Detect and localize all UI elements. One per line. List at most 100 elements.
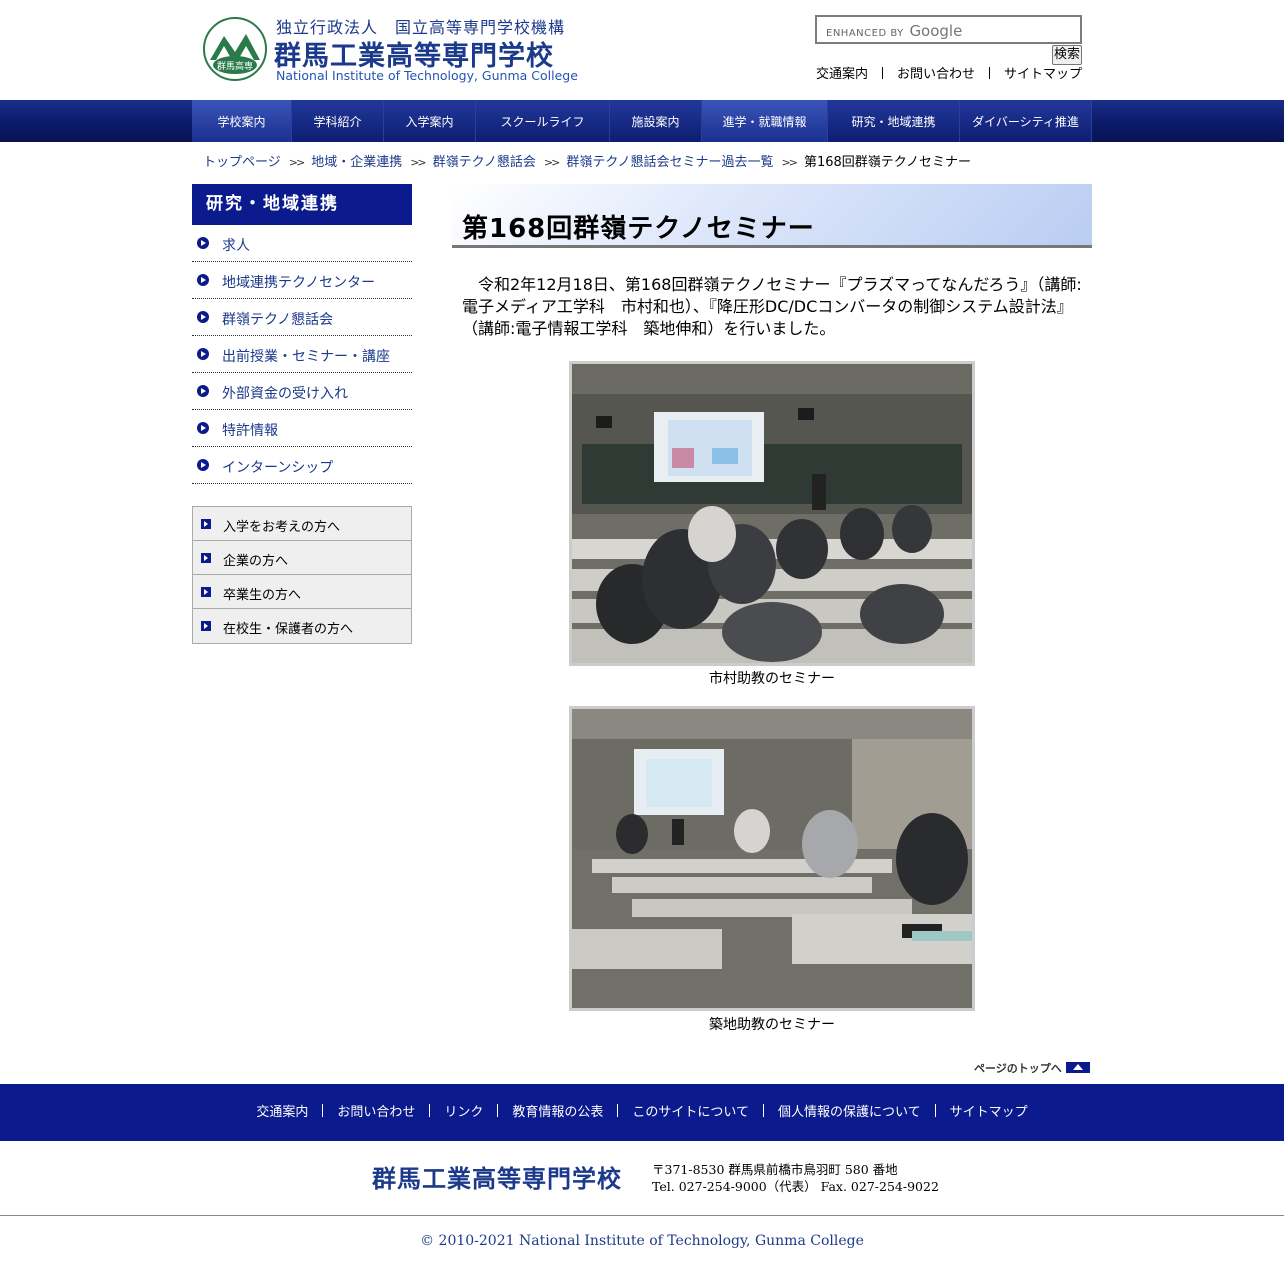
- square-arrow-icon: [201, 519, 211, 529]
- audience-menu: 入学をお考えの方へ 企業の方へ卒業生の方へ在校生・保護者の方へ: [192, 506, 412, 644]
- divider: [988, 67, 990, 79]
- arrow-bullet-icon: [197, 422, 209, 434]
- audience-item-label: 入学をお考えの方へ: [223, 520, 341, 535]
- sidebar-item-2[interactable]: 群嶺テクノ懇話会: [192, 299, 412, 336]
- breadcrumb-separator-icon: >>: [543, 156, 561, 169]
- search-button[interactable]: 検索: [1052, 45, 1082, 65]
- page-top-label: ページのトップへ: [974, 1062, 1062, 1075]
- seminar-photo-1-image: [572, 364, 972, 663]
- sidebar-item-label: 群嶺テクノ懇話会: [222, 312, 334, 328]
- footer-link-2[interactable]: リンク: [444, 1105, 483, 1120]
- school-emblem-icon: 群馬高専: [203, 17, 267, 81]
- footer-address: 〒371-8530 群馬県前橋市鳥羽町 580 番地 Tel. 027-254-…: [652, 1161, 939, 1195]
- arrow-bullet-icon: [197, 274, 209, 286]
- photo-caption-1: 市村助教のセミナー: [709, 671, 835, 687]
- gnav-item-6[interactable]: 研究・地域連携: [828, 100, 960, 142]
- gnav-item-3[interactable]: スクールライフ: [476, 100, 610, 142]
- audience-item-label: 卒業生の方へ: [223, 588, 302, 603]
- sidebar-item-label: インターンシップ: [222, 460, 334, 476]
- site-logo[interactable]: 群馬高専 独立行政法人 国立高等専門学校機構 群馬工業高等専門学校 Nation…: [202, 12, 578, 88]
- gnav-item-1[interactable]: 学科紹介: [292, 100, 384, 142]
- photo-caption-2: 築地助教のセミナー: [709, 1017, 835, 1033]
- divider: [322, 1104, 324, 1117]
- sidebar-item-0[interactable]: 求人: [192, 225, 412, 262]
- sidebar-item-label: 出前授業・セミナー・講座: [222, 349, 390, 365]
- sidebar-item-label: 外部資金の受け入れ: [222, 386, 348, 402]
- logo-english-name: National Institute of Technology, Gunma …: [276, 68, 578, 83]
- sidebar-items: 求人地域連携テクノセンター 群嶺テクノ懇話会出前授業・セミナー・講座 外部資金の受け…: [192, 225, 412, 484]
- divider: [429, 1104, 431, 1117]
- divider: [617, 1104, 619, 1117]
- page-title: 第168回群嶺テクノセミナー: [462, 214, 815, 244]
- audience-item-label: 在校生・保護者の方へ: [223, 622, 354, 637]
- arrow-bullet-icon: [197, 459, 209, 471]
- divider: [763, 1104, 765, 1117]
- header-link-access[interactable]: 交通案内: [816, 67, 868, 82]
- sidebar-item-4[interactable]: 外部資金の受け入れ: [192, 373, 412, 410]
- sidebar-item-1[interactable]: 地域連携テクノセンター: [192, 262, 412, 299]
- google-logo: Google: [909, 22, 963, 40]
- audience-item-1[interactable]: 企業の方へ: [193, 541, 411, 575]
- footer-link-5[interactable]: 個人情報の保護について: [778, 1105, 921, 1120]
- intro-text: 令和2年12月18日、第168回群嶺テクノセミナー『プラズマってなんだろう』（講…: [462, 274, 1082, 340]
- breadcrumb-current: 第168回群嶺テクノセミナー: [803, 155, 972, 170]
- sidebar-item-label: 求人: [222, 238, 250, 254]
- square-arrow-icon: [201, 553, 211, 563]
- audience-item-0[interactable]: 入学をお考えの方へ: [193, 507, 411, 541]
- footer-link-4[interactable]: このサイトについて: [632, 1105, 749, 1120]
- divider: [497, 1104, 499, 1117]
- breadcrumb-top[interactable]: トップページ: [203, 155, 281, 170]
- audience-item-3[interactable]: 在校生・保護者の方へ: [193, 609, 411, 643]
- arrow-bullet-icon: [197, 385, 209, 397]
- breadcrumb-konwakai[interactable]: 群嶺テクノ懇話会: [433, 155, 536, 170]
- breadcrumb-seminar-list[interactable]: 群嶺テクノ懇話会セミナー過去一覧: [566, 155, 773, 170]
- audience-item-2[interactable]: 卒業生の方へ: [193, 575, 411, 609]
- gnav-item-2[interactable]: 入学案内: [384, 100, 476, 142]
- footer-info: 群馬工業高等専門学校 〒371-8530 群馬県前橋市鳥羽町 580 番地 Te…: [0, 1141, 1284, 1216]
- global-nav: 学校案内 学科紹介 入学案内 スクールライフ 施設案内 進学・就職情報 研究・地域連携 ダイバ…: [0, 100, 1284, 142]
- sidebar-item-5[interactable]: 特許情報: [192, 410, 412, 447]
- emblem-text: 群馬高専: [217, 60, 253, 72]
- sidebar-item-6[interactable]: インターンシップ: [192, 447, 412, 484]
- breadcrumb: トップページ >> 地域・企業連携 >> 群嶺テクノ懇話会 >> 群嶺テクノ懇話会セミナー過…: [203, 151, 971, 170]
- footer-phone: Tel. 027-254-9000（代表） Fax. 027-254-9022: [652, 1179, 939, 1194]
- gnav-item-7[interactable]: ダイバーシティ推進: [960, 100, 1092, 142]
- page-top-link[interactable]: ページのトップへ: [974, 1060, 1090, 1076]
- footer-link-0[interactable]: 交通案内: [256, 1105, 308, 1120]
- divider: [881, 67, 883, 79]
- footer-postal-address: 〒371-8530 群馬県前橋市鳥羽町 580 番地: [652, 1162, 898, 1177]
- seminar-photo-1: [569, 361, 975, 666]
- arrow-up-icon: [1065, 1062, 1090, 1073]
- breadcrumb-industry[interactable]: 地域・企業連携: [311, 155, 402, 170]
- arrow-bullet-icon: [197, 237, 209, 249]
- sidebar-item-label: 地域連携テクノセンター: [222, 275, 376, 291]
- breadcrumb-separator-icon: >>: [781, 156, 799, 169]
- divider: [934, 1104, 936, 1117]
- gnav-item-0[interactable]: 学校案内: [192, 100, 292, 142]
- footer-link-1[interactable]: お問い合わせ: [337, 1105, 415, 1120]
- header-link-contact[interactable]: お問い合わせ: [897, 67, 975, 82]
- footer-link-3[interactable]: 教育情報の公表: [512, 1105, 603, 1120]
- intro-paragraph: 令和2年12月18日、第168回群嶺テクノセミナー『プラズマってなんだろう』（講…: [462, 275, 1082, 338]
- square-arrow-icon: [201, 587, 211, 597]
- header-link-sitemap[interactable]: サイトマップ: [1004, 67, 1082, 82]
- footer-nav: 交通案内 お問い合わせ リンク 教育情報の公表 このサイトについて 個人情報の保護について…: [0, 1084, 1284, 1141]
- square-arrow-icon: [201, 621, 211, 631]
- sidebar: 研究・地域連携 求人地域連携テクノセンター 群嶺テクノ懇話会出前授業・セミナー・講…: [192, 184, 412, 484]
- global-nav-items: 学校案内 学科紹介 入学案内 スクールライフ 施設案内 進学・就職情報 研究・地域連携 ダイバ…: [192, 100, 1092, 142]
- gnav-item-4[interactable]: 施設案内: [610, 100, 702, 142]
- seminar-photo-2-image: [572, 709, 972, 1008]
- seminar-photo-2: [569, 706, 975, 1011]
- header-links: 交通案内 お問い合わせ サイトマップ: [816, 63, 1082, 82]
- breadcrumb-separator-icon: >>: [288, 156, 306, 169]
- arrow-bullet-icon: [197, 348, 209, 360]
- footer-school-name: 群馬工業高等専門学校: [372, 1165, 622, 1193]
- sidebar-item-3[interactable]: 出前授業・セミナー・講座: [192, 336, 412, 373]
- search-input[interactable]: ENHANCED BY Google: [815, 15, 1082, 44]
- gnav-item-5[interactable]: 進学・就職情報: [702, 100, 828, 142]
- audience-item-label: 企業の方へ: [223, 554, 289, 569]
- sidebar-title: 研究・地域連携: [192, 184, 412, 225]
- arrow-bullet-icon: [197, 311, 209, 323]
- search-placeholder: ENHANCED BY Google: [826, 22, 963, 40]
- footer-link-6[interactable]: サイトマップ: [950, 1105, 1028, 1120]
